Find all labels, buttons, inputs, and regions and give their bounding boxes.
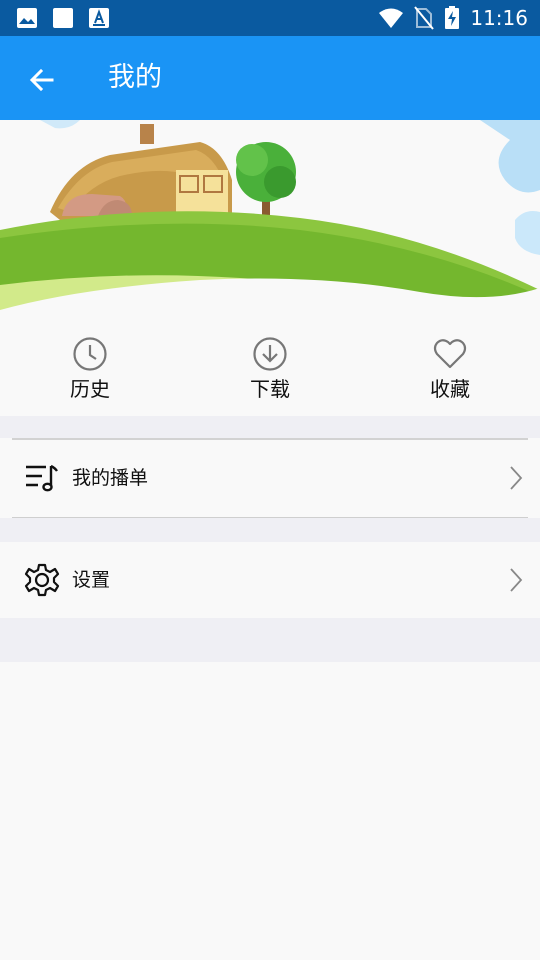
clock-icon bbox=[73, 337, 107, 371]
page-title: 我的 bbox=[108, 62, 162, 93]
chevron-right-icon bbox=[510, 466, 523, 490]
playlist-icon bbox=[26, 464, 58, 492]
download-button[interactable]: 下载 bbox=[210, 336, 330, 408]
back-button[interactable] bbox=[20, 58, 64, 102]
heart-icon bbox=[433, 339, 467, 369]
menu-item-playlist[interactable]: 我的播单 bbox=[0, 440, 540, 516]
system-icons: 11:16 bbox=[378, 6, 528, 30]
menu-label: 我的播单 bbox=[72, 467, 149, 489]
menu-label: 设置 bbox=[72, 569, 111, 591]
app-bar: 我的 bbox=[0, 36, 540, 120]
download-icon bbox=[253, 337, 287, 371]
section-separator bbox=[0, 618, 540, 662]
notification-icons bbox=[16, 7, 110, 29]
favorites-label: 收藏 bbox=[430, 377, 470, 401]
square-icon bbox=[53, 8, 73, 28]
back-arrow-icon bbox=[29, 68, 54, 92]
chevron-right-icon bbox=[510, 568, 523, 592]
menu-item-settings[interactable]: 设置 bbox=[0, 542, 540, 618]
clock-time: 11:16 bbox=[470, 6, 528, 30]
quick-actions: 历史 下载 收藏 bbox=[0, 320, 540, 416]
gear-icon bbox=[24, 563, 60, 597]
wifi-icon bbox=[379, 8, 404, 28]
history-button[interactable]: 历史 bbox=[30, 336, 150, 408]
status-bar: 11:16 bbox=[0, 0, 540, 36]
no-sim-icon bbox=[414, 6, 435, 30]
image-icon bbox=[17, 8, 37, 28]
font-icon bbox=[89, 8, 109, 28]
battery-charging-icon bbox=[445, 6, 460, 29]
download-label: 下载 bbox=[250, 377, 290, 401]
section-separator bbox=[0, 518, 540, 542]
favorites-button[interactable]: 收藏 bbox=[390, 336, 510, 408]
header-banner-image bbox=[0, 120, 540, 320]
section-separator bbox=[0, 416, 540, 438]
history-label: 历史 bbox=[70, 377, 110, 401]
